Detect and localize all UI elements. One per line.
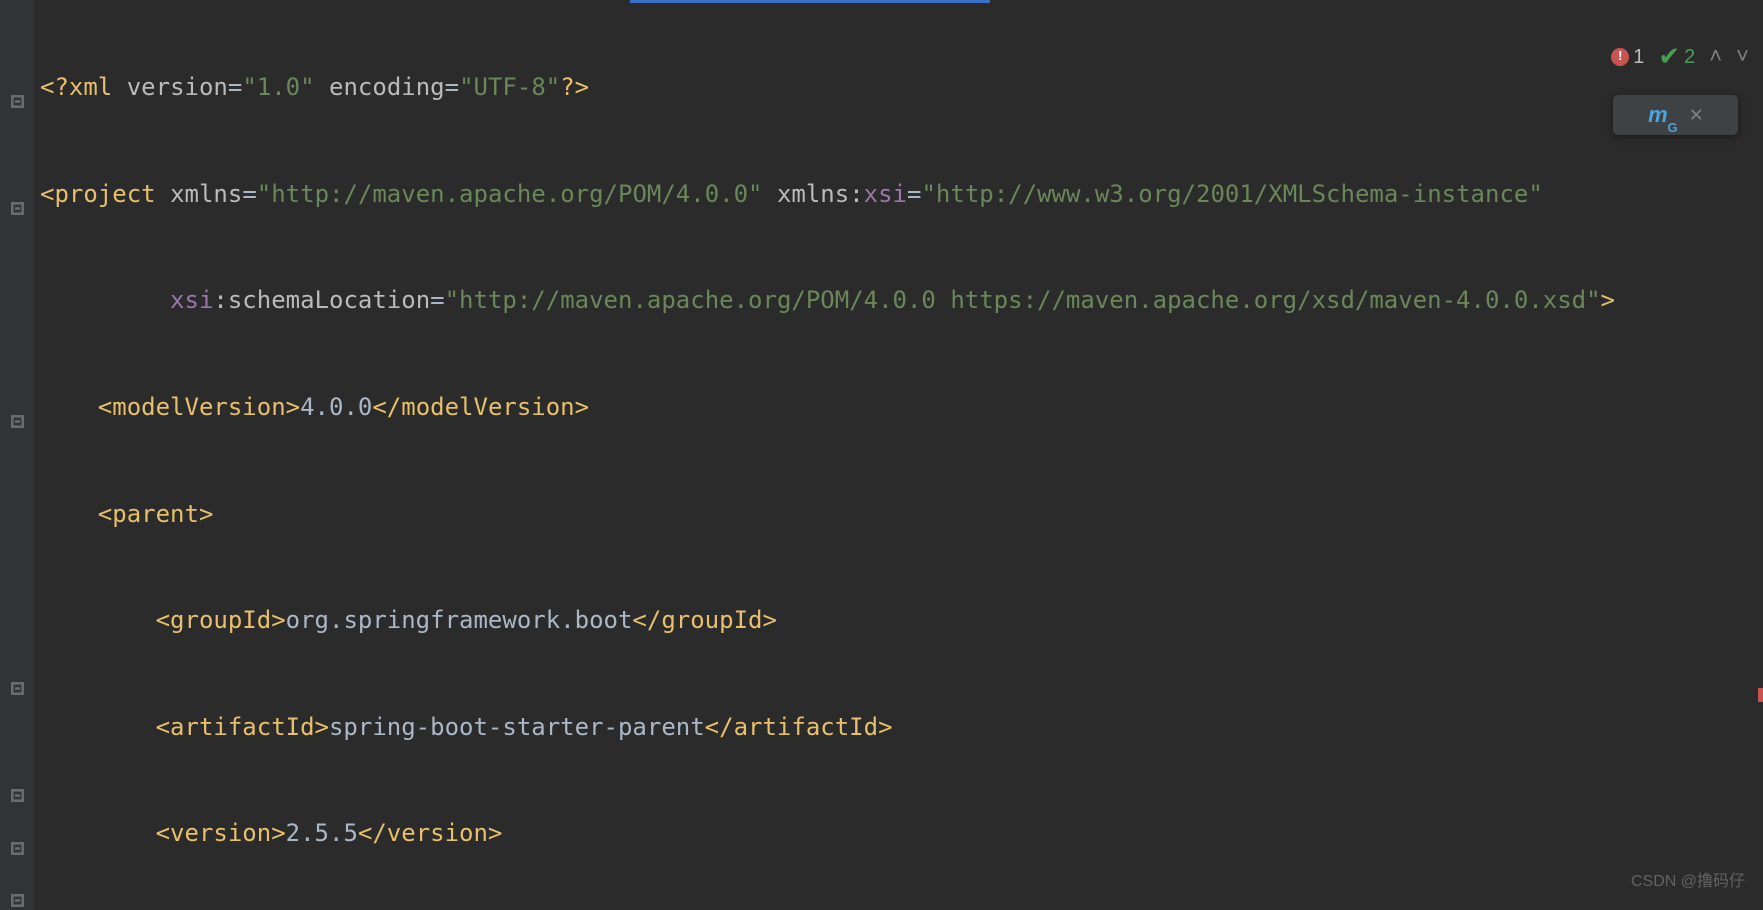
error-count: 1 <box>1633 35 1644 79</box>
maven-tool-overlay[interactable]: mG ✕ <box>1613 95 1738 135</box>
fold-icon[interactable] <box>9 93 25 109</box>
error-indicator[interactable]: ! 1 <box>1611 35 1644 79</box>
maven-icon: mG <box>1648 91 1668 140</box>
fold-icon[interactable] <box>9 787 25 803</box>
error-icon: ! <box>1611 48 1629 66</box>
fold-icon[interactable] <box>9 840 25 856</box>
xml-decl: <? <box>40 73 69 101</box>
fold-icon[interactable] <box>9 892 25 908</box>
tab-active-indicator <box>630 0 990 3</box>
warning-count: 2 <box>1684 35 1695 79</box>
chevron-up-icon[interactable]: ˄ <box>1709 32 1722 81</box>
fold-icon[interactable] <box>9 413 25 429</box>
error-stripe[interactable] <box>1758 688 1763 702</box>
check-icon: ✔ <box>1658 28 1680 86</box>
chevron-down-icon[interactable]: ˅ <box>1736 32 1749 81</box>
fold-icon[interactable] <box>9 200 25 216</box>
code-editor[interactable]: <?xml version="1.0" encoding="UTF-8"?> <… <box>40 8 1763 910</box>
inspection-bar: ! 1 ✔ 2 ˄ ˅ <box>1611 28 1749 86</box>
close-icon[interactable]: ✕ <box>1690 91 1703 140</box>
fold-icon[interactable] <box>9 680 25 696</box>
warning-indicator[interactable]: ✔ 2 <box>1658 28 1695 86</box>
gutter <box>0 0 34 910</box>
watermark: CSDN @撸码仔 <box>1631 864 1745 900</box>
